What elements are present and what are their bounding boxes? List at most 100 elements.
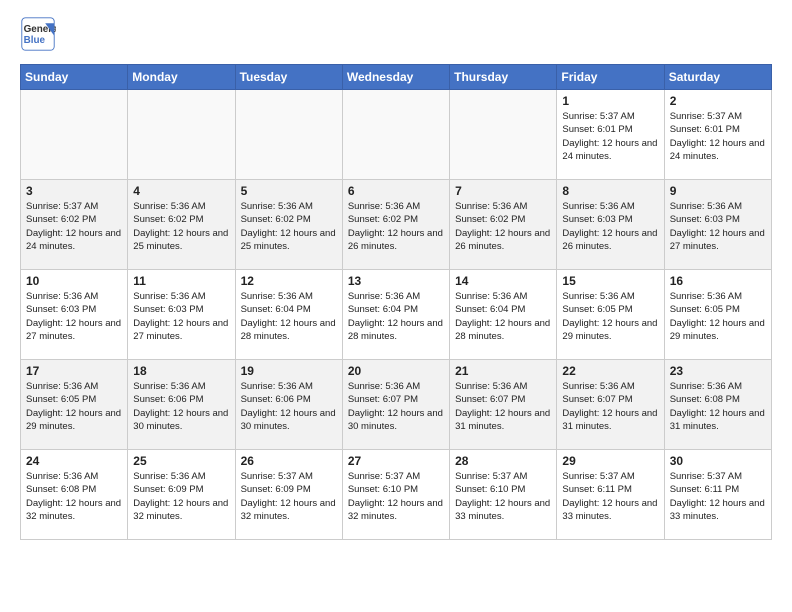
day-info: Sunrise: 5:36 AM Sunset: 6:04 PM Dayligh… — [241, 290, 337, 343]
day-info: Sunrise: 5:36 AM Sunset: 6:04 PM Dayligh… — [348, 290, 444, 343]
day-info: Sunrise: 5:36 AM Sunset: 6:02 PM Dayligh… — [348, 200, 444, 253]
calendar-cell: 3 Sunrise: 5:37 AM Sunset: 6:02 PM Daylig… — [21, 180, 128, 270]
calendar-cell: 8 Sunrise: 5:36 AM Sunset: 6:03 PM Daylig… — [557, 180, 664, 270]
calendar-cell: 16Sunrise: 5:36 AM Sunset: 6:05 PM Dayli… — [664, 270, 771, 360]
calendar-cell: 13 Sunrise: 5:36 AM Sunset: 6:04 PM Dayli… — [342, 270, 449, 360]
calendar-cell: 5 Sunrise: 5:36 AM Sunset: 6:02 PM Daylig… — [235, 180, 342, 270]
calendar-cell: 15 Sunrise: 5:36 AM Sunset: 6:05 PM Dayli… — [557, 270, 664, 360]
day-info: Sunrise: 5:36 AM Sunset: 6:08 PM Dayligh… — [26, 470, 122, 523]
day-number: 11 — [133, 274, 229, 288]
calendar-cell: 11 Sunrise: 5:36 AM Sunset: 6:03 PM Dayli… — [128, 270, 235, 360]
day-number: 6 — [348, 184, 444, 198]
calendar-cell: 1 Sunrise: 5:37 AM Sunset: 6:01 PM Daylig… — [557, 90, 664, 180]
day-number: 15 — [562, 274, 658, 288]
calendar-cell: 26Sunrise: 5:37 AM Sunset: 6:09 PM Dayli… — [235, 450, 342, 540]
day-info: Sunrise: 5:36 AM Sunset: 6:02 PM Dayligh… — [133, 200, 229, 253]
calendar-cell: 2Sunrise: 5:37 AM Sunset: 6:01 PM Daylig… — [664, 90, 771, 180]
day-info: Sunrise: 5:36 AM Sunset: 6:07 PM Dayligh… — [348, 380, 444, 433]
day-number: 4 — [133, 184, 229, 198]
col-header-monday: Monday — [128, 65, 235, 90]
header: General Blue — [20, 16, 772, 52]
col-header-saturday: Saturday — [664, 65, 771, 90]
col-header-friday: Friday — [557, 65, 664, 90]
day-number: 16 — [670, 274, 766, 288]
calendar-header-row: SundayMondayTuesdayWednesdayThursdayFrid… — [21, 65, 772, 90]
day-info: Sunrise: 5:36 AM Sunset: 6:04 PM Dayligh… — [455, 290, 551, 343]
day-info: Sunrise: 5:36 AM Sunset: 6:03 PM Dayligh… — [670, 200, 766, 253]
day-info: Sunrise: 5:37 AM Sunset: 6:09 PM Dayligh… — [241, 470, 337, 523]
calendar-cell — [235, 90, 342, 180]
calendar-cell: 14Sunrise: 5:36 AM Sunset: 6:04 PM Dayli… — [450, 270, 557, 360]
calendar-cell — [128, 90, 235, 180]
calendar-cell: 9 Sunrise: 5:36 AM Sunset: 6:03 PM Daylig… — [664, 180, 771, 270]
calendar-cell: 23 Sunrise: 5:36 AM Sunset: 6:08 PM Dayli… — [664, 360, 771, 450]
day-number: 13 — [348, 274, 444, 288]
calendar-week-4: 17 Sunrise: 5:36 AM Sunset: 6:05 PM Dayli… — [21, 360, 772, 450]
col-header-tuesday: Tuesday — [235, 65, 342, 90]
day-number: 10 — [26, 274, 122, 288]
day-number: 28 — [455, 454, 551, 468]
day-info: Sunrise: 5:36 AM Sunset: 6:06 PM Dayligh… — [241, 380, 337, 433]
calendar-cell — [450, 90, 557, 180]
svg-text:Blue: Blue — [24, 35, 46, 46]
day-info: Sunrise: 5:36 AM Sunset: 6:07 PM Dayligh… — [562, 380, 658, 433]
day-number: 22 — [562, 364, 658, 378]
calendar-cell: 7 Sunrise: 5:36 AM Sunset: 6:02 PM Daylig… — [450, 180, 557, 270]
calendar-week-5: 24 Sunrise: 5:36 AM Sunset: 6:08 PM Dayli… — [21, 450, 772, 540]
calendar-cell — [342, 90, 449, 180]
day-info: Sunrise: 5:37 AM Sunset: 6:02 PM Dayligh… — [26, 200, 122, 253]
calendar-cell: 12Sunrise: 5:36 AM Sunset: 6:04 PM Dayli… — [235, 270, 342, 360]
day-info: Sunrise: 5:36 AM Sunset: 6:03 PM Dayligh… — [562, 200, 658, 253]
calendar-cell: 4 Sunrise: 5:36 AM Sunset: 6:02 PM Daylig… — [128, 180, 235, 270]
calendar-cell — [21, 90, 128, 180]
calendar-cell: 21 Sunrise: 5:36 AM Sunset: 6:07 PM Dayli… — [450, 360, 557, 450]
calendar: SundayMondayTuesdayWednesdayThursdayFrid… — [20, 64, 772, 540]
day-info: Sunrise: 5:36 AM Sunset: 6:05 PM Dayligh… — [26, 380, 122, 433]
calendar-cell: 27 Sunrise: 5:37 AM Sunset: 6:10 PM Dayli… — [342, 450, 449, 540]
day-number: 19 — [241, 364, 337, 378]
calendar-cell: 28Sunrise: 5:37 AM Sunset: 6:10 PM Dayli… — [450, 450, 557, 540]
day-info: Sunrise: 5:36 AM Sunset: 6:08 PM Dayligh… — [670, 380, 766, 433]
calendar-week-2: 3 Sunrise: 5:37 AM Sunset: 6:02 PM Daylig… — [21, 180, 772, 270]
day-info: Sunrise: 5:37 AM Sunset: 6:11 PM Dayligh… — [670, 470, 766, 523]
calendar-cell: 25Sunrise: 5:36 AM Sunset: 6:09 PM Dayli… — [128, 450, 235, 540]
day-info: Sunrise: 5:36 AM Sunset: 6:09 PM Dayligh… — [133, 470, 229, 523]
day-number: 17 — [26, 364, 122, 378]
day-number: 23 — [670, 364, 766, 378]
day-info: Sunrise: 5:37 AM Sunset: 6:01 PM Dayligh… — [670, 110, 766, 163]
col-header-sunday: Sunday — [21, 65, 128, 90]
calendar-cell: 29 Sunrise: 5:37 AM Sunset: 6:11 PM Dayli… — [557, 450, 664, 540]
day-number: 18 — [133, 364, 229, 378]
day-number: 5 — [241, 184, 337, 198]
day-number: 3 — [26, 184, 122, 198]
logo-icon: General Blue — [20, 16, 56, 52]
day-info: Sunrise: 5:37 AM Sunset: 6:10 PM Dayligh… — [348, 470, 444, 523]
day-number: 27 — [348, 454, 444, 468]
day-info: Sunrise: 5:36 AM Sunset: 6:06 PM Dayligh… — [133, 380, 229, 433]
day-number: 8 — [562, 184, 658, 198]
day-info: Sunrise: 5:36 AM Sunset: 6:02 PM Dayligh… — [241, 200, 337, 253]
day-number: 21 — [455, 364, 551, 378]
day-info: Sunrise: 5:36 AM Sunset: 6:07 PM Dayligh… — [455, 380, 551, 433]
day-info: Sunrise: 5:36 AM Sunset: 6:03 PM Dayligh… — [133, 290, 229, 343]
day-info: Sunrise: 5:37 AM Sunset: 6:11 PM Dayligh… — [562, 470, 658, 523]
calendar-week-1: 1 Sunrise: 5:37 AM Sunset: 6:01 PM Daylig… — [21, 90, 772, 180]
calendar-cell: 24 Sunrise: 5:36 AM Sunset: 6:08 PM Dayli… — [21, 450, 128, 540]
day-info: Sunrise: 5:36 AM Sunset: 6:03 PM Dayligh… — [26, 290, 122, 343]
day-info: Sunrise: 5:37 AM Sunset: 6:01 PM Dayligh… — [562, 110, 658, 163]
page: General Blue SundayMondayTuesdayWednesda… — [0, 0, 792, 560]
calendar-cell: 30Sunrise: 5:37 AM Sunset: 6:11 PM Dayli… — [664, 450, 771, 540]
calendar-cell: 19 Sunrise: 5:36 AM Sunset: 6:06 PM Dayli… — [235, 360, 342, 450]
col-header-wednesday: Wednesday — [342, 65, 449, 90]
calendar-cell: 22 Sunrise: 5:36 AM Sunset: 6:07 PM Dayli… — [557, 360, 664, 450]
day-number: 29 — [562, 454, 658, 468]
day-number: 7 — [455, 184, 551, 198]
col-header-thursday: Thursday — [450, 65, 557, 90]
day-info: Sunrise: 5:36 AM Sunset: 6:02 PM Dayligh… — [455, 200, 551, 253]
day-info: Sunrise: 5:36 AM Sunset: 6:05 PM Dayligh… — [562, 290, 658, 343]
day-number: 9 — [670, 184, 766, 198]
calendar-week-3: 10 Sunrise: 5:36 AM Sunset: 6:03 PM Dayli… — [21, 270, 772, 360]
day-number: 1 — [562, 94, 658, 108]
day-number: 24 — [26, 454, 122, 468]
calendar-cell: 10 Sunrise: 5:36 AM Sunset: 6:03 PM Dayli… — [21, 270, 128, 360]
